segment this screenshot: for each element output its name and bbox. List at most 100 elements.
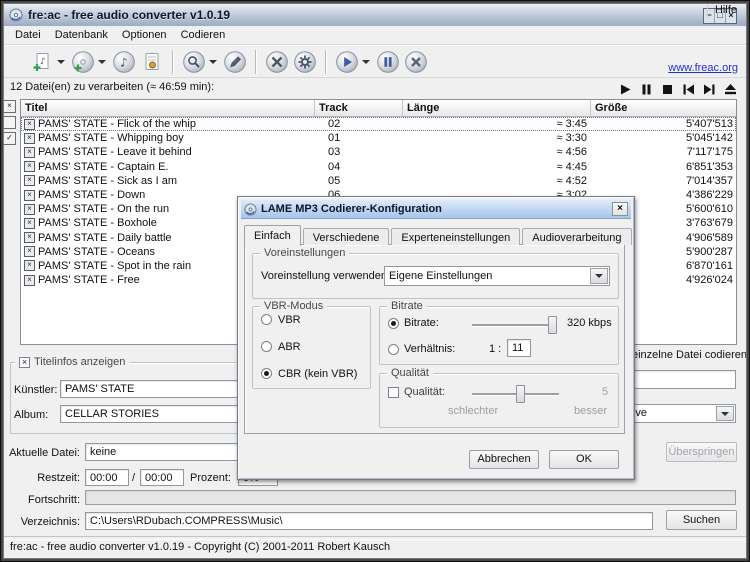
row-checkbox[interactable]: × <box>24 204 35 215</box>
play-icon[interactable] <box>619 83 632 96</box>
add-files-dropdown-arrow-icon[interactable] <box>57 60 65 64</box>
row-checkbox[interactable]: × <box>24 275 35 286</box>
main-window: fre:ac - free audio converter v1.0.19 − … <box>0 0 750 562</box>
row-checkbox[interactable]: × <box>24 133 35 144</box>
row-checkbox[interactable]: × <box>24 232 35 243</box>
select-none-button[interactable] <box>3 116 16 129</box>
bitrate-radio-label[interactable]: Bitrate: <box>404 317 439 329</box>
preset-combobox[interactable]: Eigene Einstellungen <box>384 266 610 286</box>
row-title: PAMS' STATE - Boxhole <box>38 216 157 230</box>
eject-icon[interactable] <box>724 83 737 96</box>
dialog-title: LAME MP3 Codierer-Konfiguration <box>261 203 442 215</box>
cancel-button[interactable]: Abbrechen <box>469 450 539 469</box>
row-size: 6'851'353 <box>590 160 736 174</box>
time-total-field: 00:00 <box>140 469 184 486</box>
add-files-icon[interactable]: ♪ <box>29 49 55 75</box>
toggle-selection-button[interactable]: ✓ <box>3 132 16 145</box>
row-title: PAMS' STATE - Oceans <box>38 245 155 259</box>
radio-icon[interactable] <box>261 368 272 379</box>
row-length: ≈ 4:52 <box>402 174 590 188</box>
row-checkbox[interactable]: × <box>24 119 35 130</box>
add-cd-icon[interactable] <box>70 49 96 75</box>
row-checkbox[interactable]: × <box>24 246 35 257</box>
cddb-query-dropdown-arrow-icon[interactable] <box>209 60 217 64</box>
tab-verschiedene[interactable]: Verschiedene <box>303 228 390 245</box>
pause-icon[interactable] <box>640 83 653 96</box>
cddb-submit-icon[interactable] <box>222 49 248 75</box>
bitrate-slider-track[interactable] <box>472 324 550 326</box>
menu-hilfe[interactable]: Hilfe <box>707 2 744 18</box>
quality-checkbox[interactable] <box>388 387 399 398</box>
vbr-option-abr[interactable]: ABR <box>261 340 301 353</box>
menu-datenbank[interactable]: Datenbank <box>48 27 115 43</box>
vbr-option-cbr-kein-vbr-[interactable]: CBR (kein VBR) <box>261 367 357 380</box>
select-all-button[interactable]: × <box>3 100 16 113</box>
ratio-prefix: 1 : <box>489 343 501 355</box>
ok-button[interactable]: OK <box>549 450 619 469</box>
chevron-down-icon[interactable] <box>590 268 608 284</box>
add-cd-dropdown-arrow-icon[interactable] <box>98 60 106 64</box>
menu-optionen[interactable]: Optionen <box>115 27 174 43</box>
table-row[interactable]: ×PAMS' STATE - Captain E.04≈ 4:456'851'3… <box>21 160 736 174</box>
table-row[interactable]: ×PAMS' STATE - Whipping boy01≈ 3:305'045… <box>21 131 736 145</box>
tab-einfach[interactable]: Einfach <box>244 225 301 246</box>
tab-experteneinstellungen[interactable]: Experteneinstellungen <box>391 228 520 245</box>
cddb-query-icon[interactable] <box>181 49 207 75</box>
freac-website-link[interactable]: www.freac.org <box>668 62 738 74</box>
time-elapsed-field: 00:00 <box>85 469 129 486</box>
table-row[interactable]: ×PAMS' STATE - Flick of the whip02≈ 3:45… <box>21 117 736 131</box>
browse-button[interactable]: Suchen <box>666 510 737 530</box>
radio-icon[interactable] <box>261 341 272 352</box>
menu-datei[interactable]: Datei <box>8 27 48 43</box>
dialog-close-button[interactable]: × <box>612 202 628 216</box>
progress-label: Fortschritt: <box>0 494 80 506</box>
tab-audioverarbeitung[interactable]: Audioverarbeitung <box>522 228 631 245</box>
bitrate-radio[interactable] <box>388 318 399 329</box>
stop-encoding-icon[interactable] <box>403 49 429 75</box>
ratio-input[interactable]: 11 <box>507 339 531 357</box>
row-checkbox[interactable]: × <box>24 190 35 201</box>
table-row[interactable]: ×PAMS' STATE - Sick as I am05≈ 4:527'014… <box>21 174 736 188</box>
settings-codec-icon[interactable] <box>292 49 318 75</box>
row-title: PAMS' STATE - On the run <box>38 202 169 216</box>
row-checkbox[interactable]: × <box>24 161 35 172</box>
stop-icon[interactable] <box>661 83 674 96</box>
encode-single-file-label[interactable]: einzelne Datei codieren <box>632 349 747 361</box>
quality-label[interactable]: Qualität: <box>404 386 445 398</box>
previous-icon[interactable] <box>682 83 695 96</box>
ratio-radio-label[interactable]: Verhältnis: <box>404 343 455 355</box>
show-title-info-checkbox[interactable]: × <box>19 357 30 368</box>
start-encoding-icon[interactable] <box>334 49 360 75</box>
menu-codieren[interactable]: Codieren <box>174 27 233 43</box>
table-row[interactable]: ×PAMS' STATE - Leave it behind03≈ 4:567'… <box>21 145 736 159</box>
preset-value: Eigene Einstellungen <box>389 270 492 282</box>
settings-general-icon[interactable] <box>264 49 290 75</box>
pause-encoding-icon[interactable] <box>375 49 401 75</box>
chevron-down-icon[interactable] <box>716 406 734 421</box>
row-track: 05 <box>314 174 402 188</box>
directory-field[interactable]: C:\Users\RDubach.COMPRESS\Music\ <box>85 512 653 530</box>
row-size: 5'045'142 <box>590 131 736 145</box>
quality-value: 5 <box>602 386 608 398</box>
row-checkbox[interactable]: × <box>24 147 35 158</box>
row-checkbox[interactable]: × <box>24 218 35 229</box>
column-header-titel[interactable]: Titel <box>21 100 314 116</box>
next-icon[interactable] <box>703 83 716 96</box>
title-info-group-label: Titelinfos anzeigen <box>34 356 125 368</box>
skip-button[interactable]: Überspringen <box>666 442 737 462</box>
playlist-icon[interactable]: ♪ <box>111 49 137 75</box>
joblist-icon[interactable] <box>139 49 165 75</box>
ratio-radio[interactable] <box>388 344 399 355</box>
column-header-groesse[interactable]: Größe <box>590 100 736 116</box>
radio-icon[interactable] <box>261 314 272 325</box>
row-checkbox[interactable]: × <box>24 260 35 271</box>
column-header-track[interactable]: Track <box>314 100 402 116</box>
start-encoding-dropdown-arrow-icon[interactable] <box>362 60 370 64</box>
bitrate-group-label: Bitrate <box>387 300 427 312</box>
quality-slider-handle[interactable] <box>516 385 525 403</box>
bitrate-slider-handle[interactable] <box>548 316 557 334</box>
column-header-laenge[interactable]: Länge <box>402 100 590 116</box>
row-checkbox[interactable]: × <box>24 175 35 186</box>
lame-config-dialog: LAME MP3 Codierer-Konfiguration × Einfac… <box>237 196 635 480</box>
vbr-option-vbr[interactable]: VBR <box>261 313 301 326</box>
